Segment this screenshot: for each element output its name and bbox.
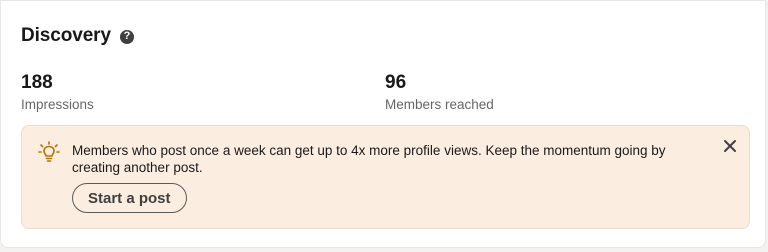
help-icon[interactable]: ?	[119, 29, 134, 44]
tip-banner: Members who post once a week can get up …	[21, 125, 750, 229]
discovery-card: Discovery ? 188 Impressions 96 Members r…	[0, 0, 766, 248]
metric-label: Impressions	[21, 97, 94, 112]
metric-members-reached[interactable]: 96 Members reached	[385, 71, 494, 114]
metric-label: Members reached	[385, 97, 494, 112]
close-icon[interactable]	[722, 138, 738, 154]
section-title: Discovery	[21, 25, 111, 46]
metric-value: 188	[21, 72, 53, 93]
start-post-button[interactable]: Start a post	[72, 183, 187, 213]
tip-message: Members who post once a week can get up …	[72, 143, 666, 175]
section-header: Discovery ?	[21, 25, 134, 47]
metric-impressions[interactable]: 188 Impressions	[21, 71, 94, 114]
lightbulb-icon	[38, 141, 60, 162]
metric-value: 96	[385, 72, 407, 93]
